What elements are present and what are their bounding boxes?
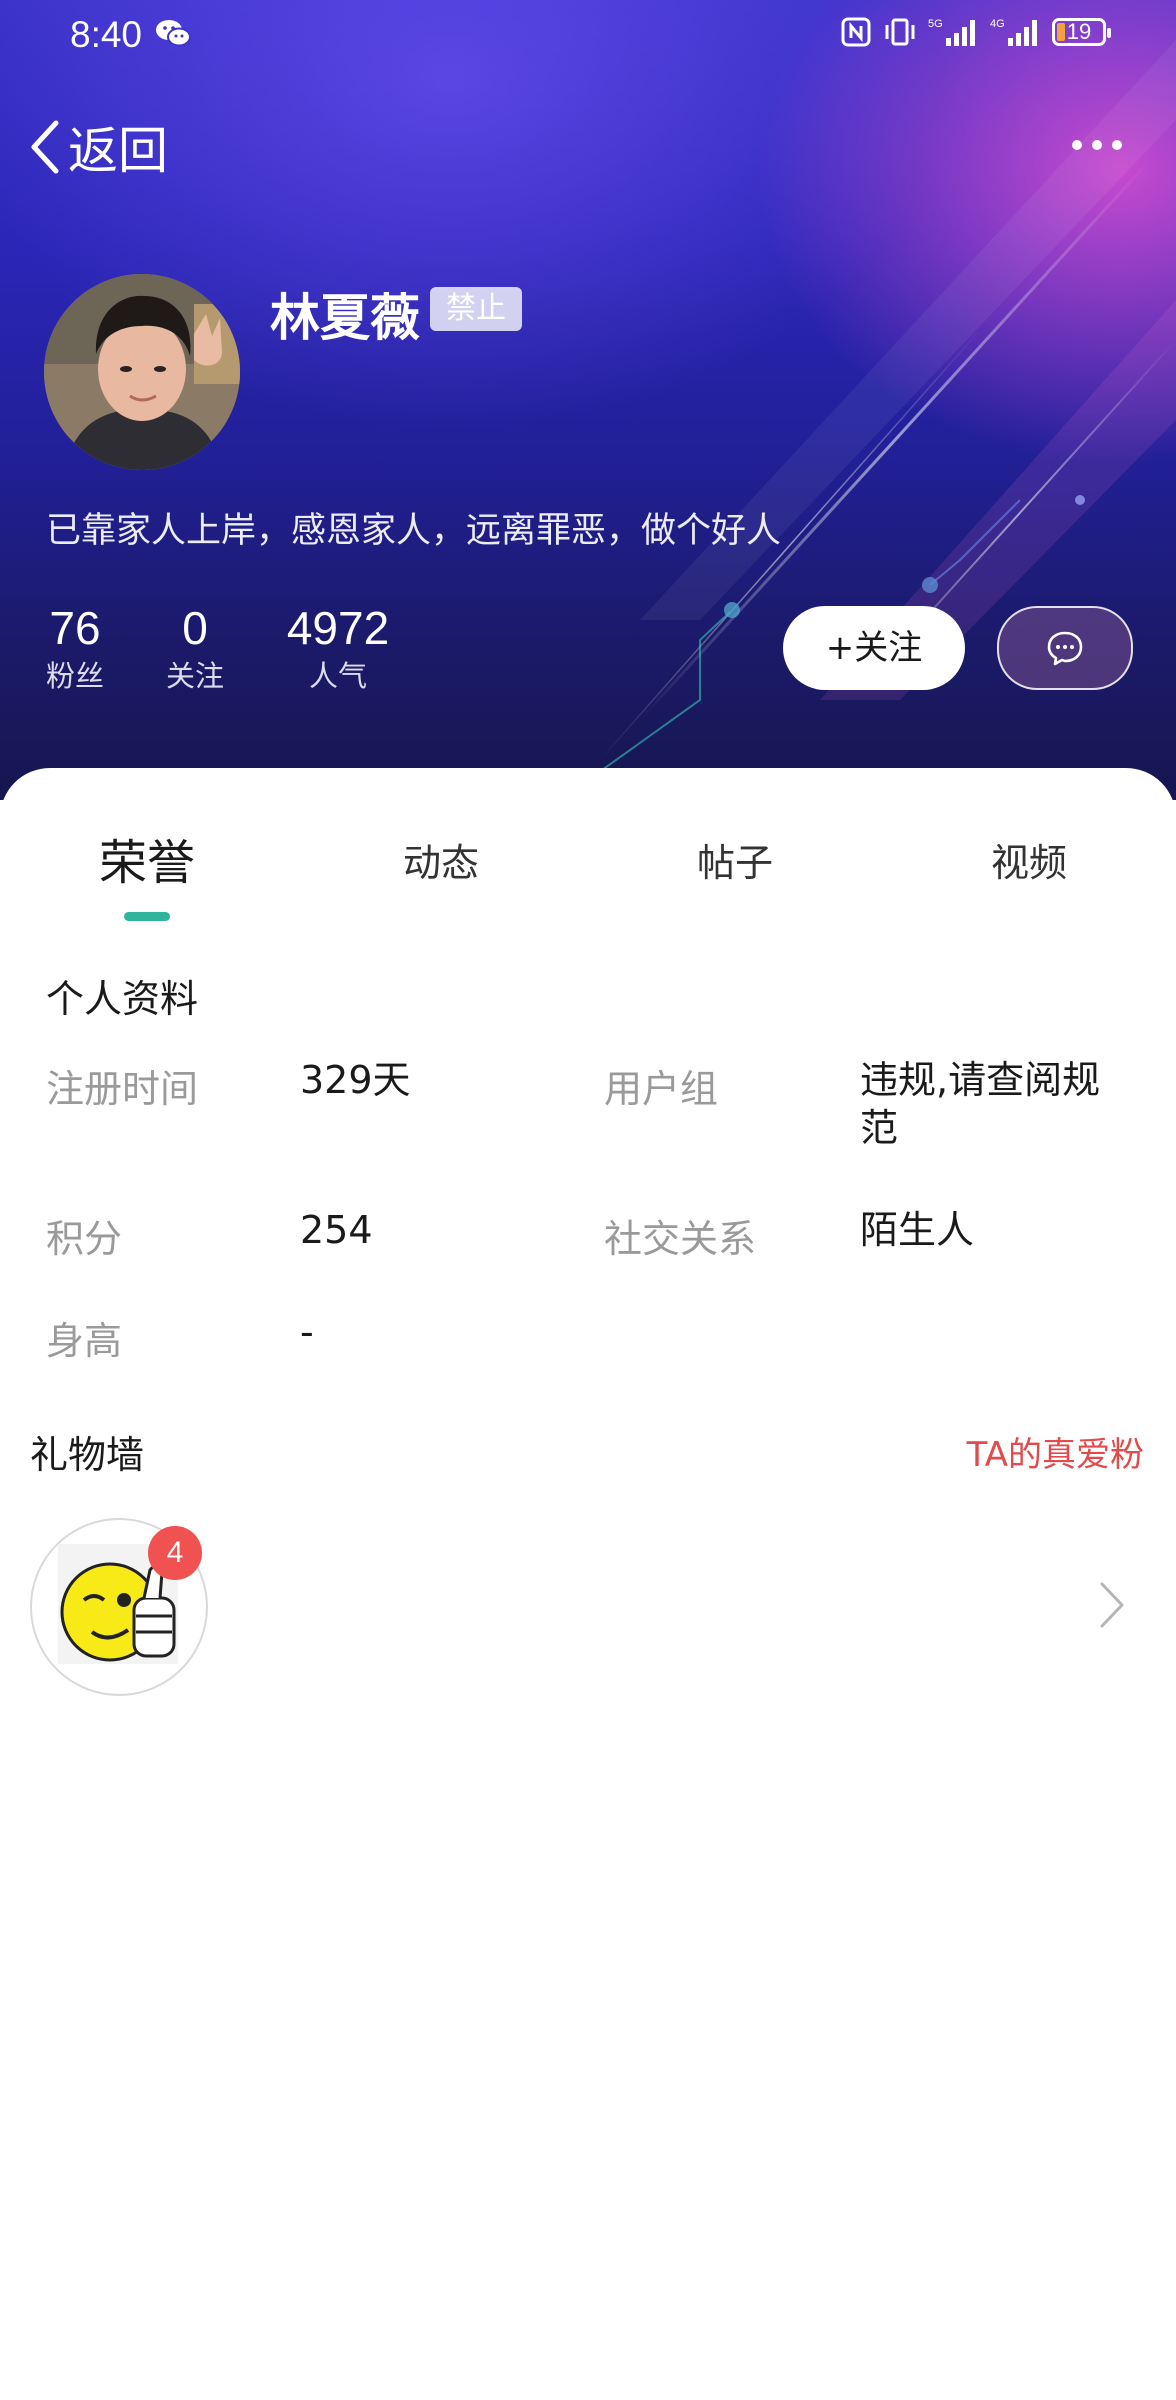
tab-posts[interactable]: 帖子 [588,828,882,898]
status-time: 8:40 [70,14,143,55]
more-options-button[interactable] [1072,130,1132,160]
battery-icon: 19 [1052,18,1111,46]
back-label: 返回 [68,122,168,180]
tab-bar: 荣誉 动态 帖子 视频 [0,828,1176,928]
status-icons: 5G 4G 19 [840,16,1111,48]
tab-indicator [124,912,170,921]
avatar[interactable] [44,274,240,470]
stat-popularity-label: 人气 [308,659,367,693]
stat-following-label: 关注 [165,659,224,693]
status-badge-label: 禁止 [446,291,506,326]
chat-bubble-icon [1047,631,1083,666]
stat-fans-value: 76 [49,602,101,654]
username: 林夏薇 [270,289,420,347]
chevron-right-icon[interactable] [1096,1580,1126,1630]
status-badge: 禁止 [430,287,522,331]
info-value-register-time: 329天 [300,1058,411,1102]
message-button[interactable] [997,606,1133,690]
stat-fans-label: 粉丝 [45,659,104,693]
info-label-register-time: 注册时间 [46,1067,199,1111]
status-bar: 8:40 5G 4G 19 [0,0,1176,70]
profile-bio: 已靠家人上岸，感恩家人，远离罪恶，做个好人 [46,511,782,551]
info-label-points: 积分 [46,1217,123,1261]
tab-activity[interactable]: 动态 [294,828,588,898]
info-value-points: 254 [300,1208,373,1252]
true-fans-link[interactable]: TA的真爱粉 [967,1427,1144,1476]
chevron-left-icon [31,120,59,174]
info-label-user-group: 用户组 [604,1067,719,1111]
stat-fans[interactable]: 76 粉丝 [44,600,106,696]
more-dots-icon [1072,140,1082,150]
tab-videos[interactable]: 视频 [882,828,1176,898]
stat-popularity[interactable]: 4972 人气 [282,600,394,696]
back-button[interactable]: 返回 [28,112,168,182]
follow-button[interactable]: +关注 [783,606,965,690]
info-label-social-relation: 社交关系 [604,1217,757,1261]
personal-info-title: 个人资料 [46,977,199,1021]
stat-following-value: 0 [182,602,208,654]
info-value-height: - [300,1310,314,1354]
info-value-social-relation: 陌生人 [860,1208,975,1252]
battery-level: 19 [1066,19,1092,44]
svg-text:4G: 4G [990,18,1005,30]
wechat-icon [156,20,191,47]
signal-5g-icon: 5G [928,18,975,46]
vibrate-icon [885,18,915,46]
avatar-image [44,274,240,470]
info-label-height: 身高 [46,1319,123,1363]
profile-header: 8:40 5G 4G 19 返回 林夏薇 禁止 已靠家人上岸，感恩家人，远离罪恶… [0,0,1176,800]
info-value-user-group-line1: 违规,请查阅规 [860,1058,1101,1102]
gift-count-badge: 4 [148,1526,202,1580]
stat-following[interactable]: 0 关注 [164,600,226,696]
profile-content-card: 荣誉 动态 帖子 视频 个人资料 注册时间 329天 用户组 违规,请查阅规 范… [0,768,1176,2400]
stat-popularity-value: 4972 [286,602,390,654]
info-value-user-group: 违规,请查阅规 范 [860,1056,1100,1152]
signal-4g-icon: 4G [990,18,1037,46]
info-value-user-group-line2: 范 [860,1106,899,1150]
nfc-icon [841,17,871,47]
svg-text:5G: 5G [928,18,943,30]
gift-wall-title: 礼物墙 [30,1433,145,1477]
tab-honor[interactable]: 荣誉 [0,828,294,898]
